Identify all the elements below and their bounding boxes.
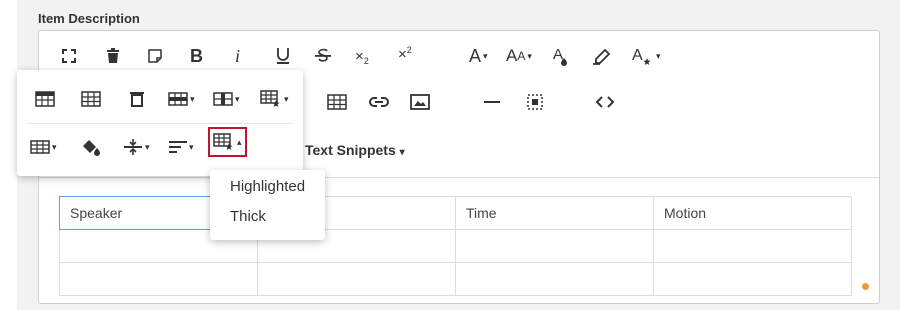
field-label: Item Description — [38, 11, 140, 26]
insert-link-icon[interactable] — [368, 88, 390, 116]
fullscreen-icon[interactable] — [61, 42, 77, 70]
popup-divider — [27, 123, 293, 124]
table-cell[interactable] — [653, 262, 852, 296]
table-row: Speaker Time Motion — [59, 196, 852, 230]
cell-icon[interactable]: ▾ — [30, 134, 57, 160]
insert-image-icon[interactable] — [410, 88, 430, 116]
subscript-icon[interactable]: × 2 — [355, 42, 369, 70]
status-indicator-icon — [862, 283, 869, 290]
editor-content[interactable]: Speaker Time Motion — [39, 178, 879, 303]
table-columns-icon[interactable]: ▾ — [213, 86, 240, 112]
code-view-icon[interactable] — [595, 88, 615, 116]
cell-style-button[interactable]: ▴ — [208, 127, 247, 157]
content-table[interactable]: Speaker Time Motion — [59, 196, 852, 296]
table-cell[interactable]: Motion — [653, 196, 852, 230]
table-cell[interactable] — [455, 262, 654, 296]
table-cell[interactable] — [653, 229, 852, 263]
table-rows-icon[interactable]: ▾ — [168, 86, 195, 112]
text-snippets-label: Text Snippets — [305, 142, 396, 158]
underline-icon[interactable] — [275, 42, 291, 70]
italic-icon[interactable]: i — [235, 42, 240, 70]
svg-text:A: A — [632, 47, 643, 64]
cell-style-dropdown: Highlighted Thick — [210, 170, 325, 240]
horizontal-align-icon[interactable]: ▾ — [169, 134, 194, 160]
option-highlighted[interactable]: Highlighted — [230, 178, 305, 195]
caret-up-icon: ▴ — [237, 136, 242, 147]
text-style-icon[interactable]: A ▾ — [632, 42, 661, 70]
table-row — [59, 262, 852, 296]
table-cell[interactable] — [455, 229, 654, 263]
select-all-icon[interactable] — [527, 88, 543, 116]
font-family-icon[interactable]: A A ▾ — [506, 42, 532, 70]
remove-table-icon[interactable] — [130, 86, 144, 112]
svg-text:A: A — [553, 46, 563, 63]
horizontal-line-icon[interactable] — [484, 88, 500, 116]
paste-icon[interactable] — [147, 42, 163, 70]
table-header-icon[interactable] — [35, 86, 55, 112]
vertical-align-icon[interactable]: ▾ — [123, 134, 150, 160]
table-cell[interactable] — [257, 262, 456, 296]
table-cell[interactable]: Time — [455, 196, 654, 230]
strikethrough-icon[interactable] — [314, 42, 332, 70]
text-snippets-dropdown[interactable]: Text Snippets ▾ — [305, 142, 405, 158]
cell-background-icon[interactable] — [80, 134, 102, 160]
option-thick[interactable]: Thick — [230, 208, 266, 225]
table-popup-toolbar: ▾ ▾ ▾ ▾ ▾ ▾ ▴ — [17, 70, 303, 176]
bold-icon[interactable]: B — [190, 42, 203, 70]
insert-table-icon[interactable] — [327, 88, 347, 116]
trash-icon[interactable] — [106, 42, 120, 70]
chevron-down-icon: ▾ — [399, 147, 405, 158]
text-color-icon[interactable]: A — [552, 42, 568, 70]
table-style-icon[interactable]: ▾ — [260, 86, 289, 112]
table-row — [59, 229, 852, 263]
table-cell[interactable] — [59, 262, 258, 296]
table-footer-icon[interactable] — [81, 86, 101, 112]
superscript-icon[interactable]: × 2 — [398, 40, 412, 68]
font-size-icon[interactable]: A ▾ — [469, 42, 488, 70]
highlight-icon[interactable] — [592, 42, 612, 70]
